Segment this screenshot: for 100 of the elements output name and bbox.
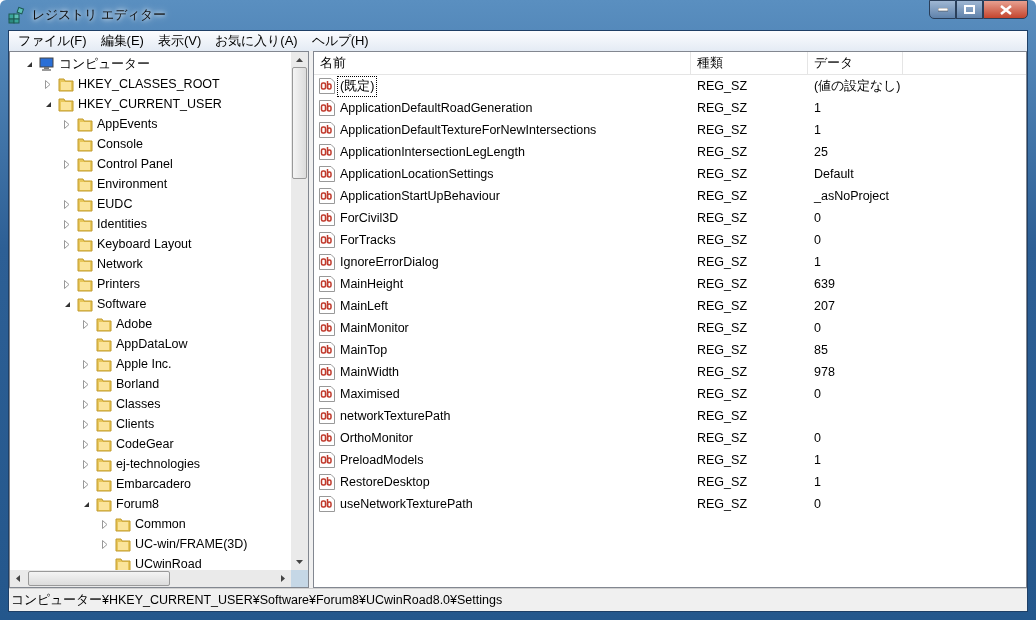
value-name[interactable]: ForTracks bbox=[337, 231, 399, 249]
collapsed-arrow-icon[interactable] bbox=[83, 459, 89, 469]
maximize-button[interactable] bbox=[956, 0, 983, 19]
tree-item[interactable]: Control Panel bbox=[97, 157, 173, 171]
collapsed-arrow-icon[interactable] bbox=[83, 359, 89, 369]
folder-icon bbox=[77, 116, 93, 132]
string-value-icon bbox=[319, 100, 335, 116]
menu-item[interactable]: 表示(V) bbox=[150, 32, 209, 50]
value-name[interactable]: IgnoreErrorDialog bbox=[337, 253, 442, 271]
collapsed-arrow-icon[interactable] bbox=[64, 119, 70, 129]
value-name[interactable]: MainMonitor bbox=[337, 319, 412, 337]
value-name[interactable]: PreloadModels bbox=[337, 451, 427, 469]
tree-item[interactable]: UC-win/FRAME(3D) bbox=[135, 537, 248, 551]
collapsed-arrow-icon[interactable] bbox=[83, 399, 89, 409]
tree-item[interactable]: Embarcadero bbox=[116, 477, 192, 491]
menu-item[interactable]: ヘルプ(H) bbox=[304, 32, 376, 50]
value-name[interactable]: ApplicationStartUpBehaviour bbox=[337, 187, 503, 205]
tree-item[interactable]: AppDataLow bbox=[116, 337, 188, 351]
tree-item[interactable]: Clients bbox=[116, 417, 155, 431]
scroll-thumb[interactable] bbox=[292, 67, 307, 179]
expanded-arrow-icon[interactable] bbox=[82, 500, 90, 508]
string-value-icon bbox=[319, 78, 335, 94]
tree-item[interactable]: Classes bbox=[116, 397, 161, 411]
tree-item[interactable]: CodeGear bbox=[116, 437, 174, 451]
value-name[interactable]: MainTop bbox=[337, 341, 391, 359]
scroll-down-arrow-icon[interactable] bbox=[296, 560, 303, 564]
vertical-scrollbar[interactable] bbox=[291, 52, 308, 570]
collapsed-arrow-icon[interactable] bbox=[83, 479, 89, 489]
tree-item[interactable]: コンピューター bbox=[59, 55, 150, 73]
tree-item[interactable]: AppEvents bbox=[97, 117, 158, 131]
scroll-left-arrow-icon[interactable] bbox=[16, 575, 20, 582]
tree-item[interactable]: Apple Inc. bbox=[116, 357, 172, 371]
expanded-arrow-icon[interactable] bbox=[44, 100, 52, 108]
scroll-thumb[interactable] bbox=[28, 571, 170, 586]
tree-item[interactable]: Console bbox=[97, 137, 143, 151]
menu-item[interactable]: 編集(E) bbox=[93, 32, 151, 50]
collapsed-arrow-icon[interactable] bbox=[102, 539, 108, 549]
collapsed-arrow-icon[interactable] bbox=[83, 439, 89, 449]
folder-icon bbox=[77, 296, 93, 312]
tree-item[interactable]: Environment bbox=[97, 177, 168, 191]
expanded-arrow-icon[interactable] bbox=[63, 300, 71, 308]
value-data: 0 bbox=[813, 387, 821, 401]
value-type: REG_SZ bbox=[696, 475, 748, 489]
folder-icon bbox=[77, 176, 93, 192]
tree-item[interactable]: ej-technologies bbox=[116, 457, 201, 471]
collapsed-arrow-icon[interactable] bbox=[64, 279, 70, 289]
collapsed-arrow-icon[interactable] bbox=[64, 199, 70, 209]
tree-item[interactable]: Software bbox=[97, 297, 147, 311]
menu-item[interactable]: ファイル(F) bbox=[11, 32, 94, 50]
horizontal-scrollbar[interactable] bbox=[10, 570, 291, 587]
value-data: 1 bbox=[813, 123, 821, 137]
tree-item[interactable]: EUDC bbox=[97, 197, 133, 211]
tree-item[interactable]: Borland bbox=[116, 377, 160, 391]
scroll-right-arrow-icon[interactable] bbox=[281, 575, 285, 582]
collapsed-arrow-icon[interactable] bbox=[64, 219, 70, 229]
tree-item[interactable]: Keyboard Layout bbox=[97, 237, 192, 251]
value-name[interactable]: ApplicationDefaultTextureForNewIntersections bbox=[337, 121, 600, 139]
value-name[interactable]: OrthoMonitor bbox=[337, 429, 416, 447]
value-name[interactable]: ApplicationIntersectionLegLength bbox=[337, 143, 528, 161]
column-header[interactable]: 種類 bbox=[691, 52, 808, 74]
value-data: 1 bbox=[813, 453, 821, 467]
tree-item[interactable]: HKEY_CLASSES_ROOT bbox=[78, 77, 220, 91]
value-name[interactable]: MainWidth bbox=[337, 363, 403, 381]
tree-item[interactable]: Network bbox=[97, 257, 143, 271]
minimize-button[interactable] bbox=[929, 0, 956, 19]
collapsed-arrow-icon[interactable] bbox=[102, 519, 108, 529]
collapsed-arrow-icon[interactable] bbox=[45, 79, 51, 89]
close-button[interactable] bbox=[983, 0, 1028, 19]
value-name[interactable]: useNetworkTexturePath bbox=[337, 495, 476, 513]
value-name[interactable]: Maximised bbox=[337, 385, 403, 403]
value-name[interactable]: MainLeft bbox=[337, 297, 391, 315]
tree-item[interactable]: UCwinRoad bbox=[135, 557, 202, 570]
collapsed-arrow-icon[interactable] bbox=[83, 379, 89, 389]
menu-item[interactable]: お気に入り(A) bbox=[208, 32, 305, 50]
tree-item[interactable]: Printers bbox=[97, 277, 141, 291]
expanded-arrow-icon[interactable] bbox=[25, 60, 33, 68]
tree-item[interactable]: Identities bbox=[97, 217, 148, 231]
column-header[interactable]: データ bbox=[808, 52, 903, 74]
computer-icon bbox=[39, 56, 55, 72]
tree-item[interactable]: HKEY_CURRENT_USER bbox=[78, 97, 222, 111]
value-name[interactable]: (既定) bbox=[337, 75, 378, 97]
collapsed-arrow-icon[interactable] bbox=[83, 419, 89, 429]
collapsed-arrow-icon[interactable] bbox=[83, 319, 89, 329]
value-name[interactable]: ApplicationLocationSettings bbox=[337, 165, 497, 183]
folder-icon bbox=[96, 336, 112, 352]
tree-item[interactable]: Adobe bbox=[116, 317, 153, 331]
tree-item[interactable]: Common bbox=[135, 517, 186, 531]
string-value-icon bbox=[319, 342, 335, 358]
column-header[interactable]: 名前 bbox=[314, 52, 691, 74]
registry-cubes-icon bbox=[8, 6, 26, 24]
collapsed-arrow-icon[interactable] bbox=[64, 239, 70, 249]
collapsed-arrow-icon[interactable] bbox=[64, 159, 70, 169]
value-name[interactable]: MainHeight bbox=[337, 275, 407, 293]
value-name[interactable]: RestoreDesktop bbox=[337, 473, 433, 491]
value-name[interactable]: networkTexturePath bbox=[337, 407, 454, 425]
value-name[interactable]: ApplicationDefaultRoadGeneration bbox=[337, 99, 536, 117]
value-name[interactable]: ForCivil3D bbox=[337, 209, 402, 227]
folder-icon bbox=[77, 196, 93, 212]
scroll-up-arrow-icon[interactable] bbox=[296, 58, 303, 62]
tree-item[interactable]: Forum8 bbox=[116, 497, 160, 511]
